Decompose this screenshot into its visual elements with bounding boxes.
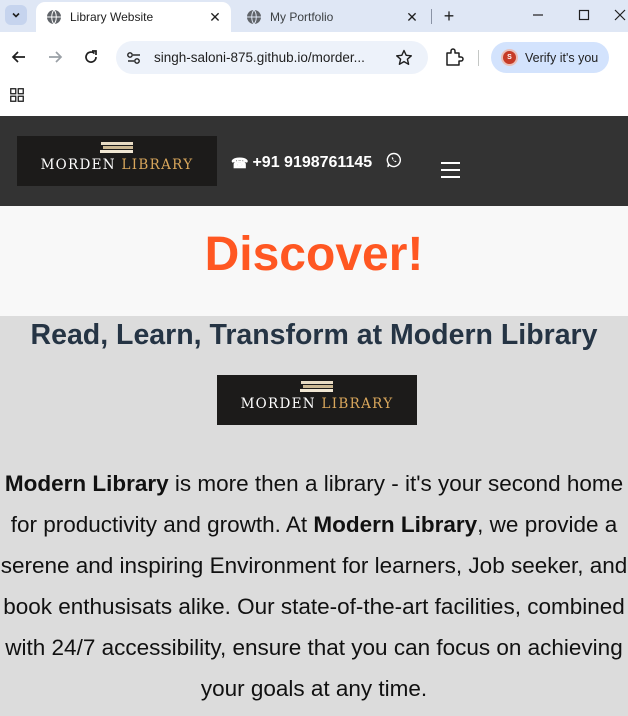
globe-icon bbox=[47, 9, 61, 25]
hero-heading: Discover! bbox=[204, 228, 424, 281]
site-logo[interactable]: MORDEN LIBRARY bbox=[17, 136, 217, 186]
logo-text: MORDEN LIBRARY bbox=[40, 157, 194, 173]
phone-icon: ☎ bbox=[231, 154, 249, 171]
profile-avatar: S bbox=[501, 49, 518, 66]
whatsapp-icon[interactable] bbox=[386, 152, 402, 168]
minimize-button[interactable] bbox=[527, 4, 549, 26]
close-tab-icon[interactable]: ✕ bbox=[404, 9, 420, 25]
chevron-down-icon bbox=[12, 12, 20, 18]
address-bar[interactable]: singh-saloni-875.github.io/morder... bbox=[116, 41, 428, 74]
extensions-puzzle-icon[interactable] bbox=[443, 46, 465, 68]
minimize-icon bbox=[533, 14, 543, 16]
brand-name-strong: Modern Library bbox=[313, 512, 478, 537]
tab-title: My Portfolio bbox=[270, 10, 334, 24]
tab-strip: Library Website ✕ My Portfolio ✕ + bbox=[0, 0, 628, 32]
reload-icon bbox=[85, 50, 97, 63]
tab-library-website[interactable]: Library Website ✕ bbox=[36, 2, 231, 32]
close-icon bbox=[614, 9, 626, 21]
tab-title: Library Website bbox=[70, 10, 154, 24]
about-section: Read, Learn, Transform at Modern Library… bbox=[0, 316, 628, 716]
about-logo-image: MORDEN LIBRARY bbox=[217, 375, 417, 425]
phone-text: +91 9198761145 bbox=[252, 154, 373, 171]
about-paragraph: Modern Library is more then a library - … bbox=[0, 471, 628, 701]
logo-text: MORDEN LIBRARY bbox=[240, 396, 394, 412]
tab-divider bbox=[431, 9, 432, 24]
about-heading: Read, Learn, Transform at Modern Library bbox=[30, 319, 598, 351]
maximize-icon bbox=[578, 9, 590, 21]
globe-icon bbox=[247, 9, 261, 25]
phone-number[interactable]: ☎ +91 9198761145 bbox=[231, 154, 372, 172]
books-stack-icon bbox=[300, 381, 333, 392]
toolbar-divider bbox=[478, 50, 479, 66]
verify-label: Verify it's you bbox=[525, 50, 599, 65]
apps-grid-icon[interactable] bbox=[10, 88, 24, 102]
arrow-left-icon bbox=[11, 51, 25, 63]
arrow-right-icon bbox=[49, 51, 63, 63]
close-tab-icon[interactable]: ✕ bbox=[207, 9, 223, 25]
url-text[interactable]: singh-saloni-875.github.io/morder... bbox=[154, 50, 365, 65]
bookmarks-bar bbox=[0, 84, 628, 116]
brand-name-strong: Modern Library bbox=[4, 471, 169, 496]
hamburger-menu-icon[interactable] bbox=[441, 162, 460, 179]
close-window-button[interactable] bbox=[609, 4, 628, 26]
tab-search-button[interactable] bbox=[5, 5, 27, 25]
verify-profile-button[interactable]: S Verify it's you bbox=[491, 42, 609, 73]
back-button[interactable] bbox=[8, 46, 30, 68]
hero-section: Discover! bbox=[0, 206, 628, 316]
site-settings-icon[interactable] bbox=[125, 49, 143, 67]
tab-my-portfolio[interactable]: My Portfolio ✕ bbox=[236, 2, 428, 32]
forward-button[interactable] bbox=[44, 46, 66, 68]
bookmark-star-icon[interactable] bbox=[394, 48, 414, 68]
browser-toolbar: singh-saloni-875.github.io/morder... S V… bbox=[0, 32, 628, 84]
books-stack-icon bbox=[100, 142, 133, 153]
new-tab-button[interactable]: + bbox=[439, 6, 459, 26]
reload-button[interactable] bbox=[80, 46, 102, 68]
site-header: MORDEN LIBRARY ☎ +91 9198761145 bbox=[0, 116, 628, 206]
maximize-button[interactable] bbox=[573, 4, 595, 26]
